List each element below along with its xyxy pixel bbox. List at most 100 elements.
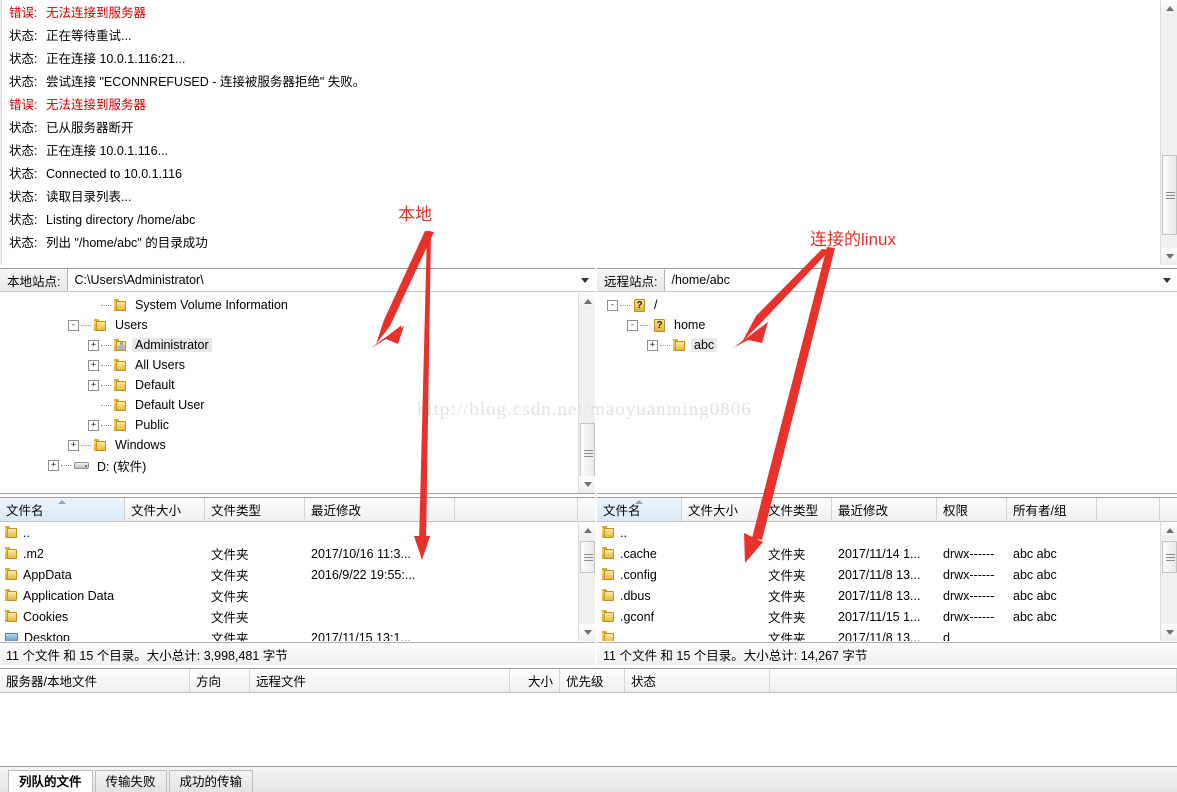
remote-directory-tree[interactable]: -? / -? home + abc [597, 293, 1177, 494]
local-file-list-body[interactable]: .. .m2 文件夹 2017/10/16 11:3... AppData 文件夹 2016… [0, 522, 578, 641]
queue-column-header[interactable]: 服务器/本地文件 [0, 669, 190, 692]
local-file-list-header[interactable]: 文件名 文件大小 文件类型 最近修改 [0, 497, 595, 522]
remote-file-row[interactable]: .dbus 文件夹 2017/11/8 13... drwx------ abc abc [597, 585, 1160, 606]
remote-file-column-header[interactable]: 文件大小 [682, 498, 762, 521]
local-file-row[interactable]: AppData 文件夹 2016/9/22 19:55:... [0, 564, 578, 585]
tree-expander-collapse-icon[interactable]: - [607, 299, 618, 311]
log-scroll-thumb[interactable] [1162, 155, 1177, 235]
tree-expander-collapse-icon[interactable]: - [627, 319, 638, 331]
log-scroll-up-button[interactable] [1161, 0, 1177, 17]
remote-file-list-header[interactable]: 文件名 文件大小 文件类型 最近修改 权限 所有者/组 [597, 497, 1177, 522]
local-list-scroll-down-button[interactable] [579, 624, 596, 641]
queue-column-header[interactable] [770, 669, 1177, 692]
local-file-row[interactable]: Desktop 文件夹 2017/11/15 13:1... [0, 627, 578, 641]
tree-expander-expand-icon[interactable]: + [88, 359, 99, 371]
tree-item-all-users[interactable]: + All Users [0, 355, 577, 375]
tree-expander-collapse-icon[interactable]: - [68, 319, 79, 331]
local-list-scroll-thumb[interactable] [580, 541, 595, 573]
log-entry: 状态: 尝试连接 "ECONNREFUSED - 连接被服务器拒绝" 失败。 [4, 71, 1149, 94]
remote-file-column-header[interactable]: 权限 [937, 498, 1007, 521]
remote-list-scroll-up-button[interactable] [1161, 522, 1177, 539]
queue-body[interactable] [0, 693, 1177, 765]
tree-item-system-volume-information[interactable]: System Volume Information [0, 295, 577, 315]
queue-column-label: 服务器/本地文件 [6, 675, 97, 689]
remote-file-row[interactable]: 文件夹 2017/11/8 13... d [597, 627, 1160, 641]
local-path-dropdown-button[interactable] [575, 269, 595, 291]
remote-file-cell: .config [597, 567, 682, 582]
tree-expander-expand-icon[interactable]: + [68, 439, 79, 451]
remote-path-dropdown-button[interactable] [1157, 269, 1177, 291]
queue-column-header[interactable]: 大小 [510, 669, 560, 692]
file-name-label: .cache [620, 546, 657, 561]
tree-item-label: System Volume Information [135, 298, 288, 312]
queue-column-header[interactable]: 方向 [190, 669, 250, 692]
local-file-row[interactable]: Cookies 文件夹 [0, 606, 578, 627]
local-tree-scroll-down-button[interactable] [579, 476, 595, 493]
folder-icon [113, 398, 129, 413]
log-entry: 状态: Connected to 10.0.1.116 [4, 163, 1149, 186]
tree-item-home[interactable]: -? home [603, 315, 1171, 335]
tree-item-label: Public [135, 418, 170, 432]
local-file-column-header[interactable]: 文件类型 [205, 498, 305, 521]
queue-tab-bar[interactable]: 列队的文件 传输失败 成功的传输 [0, 766, 1177, 792]
local-tree-scroll-up-button[interactable] [579, 293, 595, 310]
remote-file-row[interactable]: .gconf 文件夹 2017/11/15 1... drwx------ abc ab… [597, 606, 1160, 627]
log-entry-message: 列出 "/home/abc" 的目录成功 [46, 236, 208, 250]
local-tree-scrollbar[interactable] [578, 293, 595, 493]
remote-list-scrollbar[interactable] [1160, 522, 1177, 641]
remote-file-column-header[interactable] [1097, 498, 1160, 521]
tree-item-abc[interactable]: + abc [603, 335, 1171, 355]
local-path-input[interactable]: C:\Users\Administrator\ [68, 269, 575, 291]
local-file-column-header[interactable] [455, 498, 578, 521]
remote-list-scroll-down-button[interactable] [1161, 624, 1177, 641]
queue-column-header[interactable]: 优先级 [560, 669, 625, 692]
tree-expander-expand-icon[interactable]: + [48, 459, 59, 471]
tree-item-d[interactable]: + D: (软件) [0, 455, 577, 475]
local-file-row[interactable]: Application Data 文件夹 [0, 585, 578, 606]
remote-file-column-header[interactable]: 文件类型 [762, 498, 832, 521]
remote-list-scroll-thumb[interactable] [1162, 541, 1177, 573]
remote-file-column-header[interactable]: 文件名 [597, 498, 682, 521]
tree-item-users[interactable]: - Users [0, 315, 577, 335]
remote-path-input[interactable]: /home/abc [665, 269, 1157, 291]
log-entry-message: 无法连接到服务器 [46, 6, 147, 20]
local-file-cell: .m2 [0, 546, 125, 561]
tree-expander-expand-icon[interactable]: + [88, 379, 99, 391]
local-file-row[interactable]: .. [0, 522, 578, 543]
tree-item-administrator[interactable]: + Administrator [0, 335, 577, 355]
tree-item-default[interactable]: + Default [0, 375, 577, 395]
local-file-column-header[interactable]: 文件大小 [125, 498, 205, 521]
remote-file-list-body[interactable]: .. .cache 文件夹 2017/11/14 1... drwx------ abc … [597, 522, 1160, 641]
tree-expander-expand-icon[interactable]: + [647, 339, 658, 351]
remote-file-row[interactable]: .config 文件夹 2017/11/8 13... drwx------ abc a… [597, 564, 1160, 585]
local-list-scrollbar[interactable] [578, 522, 596, 641]
remote-file-row[interactable]: .. [597, 522, 1160, 543]
queue-column-header[interactable]: 状态 [625, 669, 770, 692]
local-file-row[interactable]: .m2 文件夹 2017/10/16 11:3... [0, 543, 578, 564]
local-file-column-header[interactable]: 最近修改 [305, 498, 455, 521]
queue-column-header[interactable]: 远程文件 [250, 669, 510, 692]
log-scrollbar[interactable] [1160, 0, 1177, 265]
queue-header[interactable]: 服务器/本地文件 方向 远程文件 大小 优先级 状态 [0, 668, 1177, 693]
tree-expander-expand-icon[interactable]: + [88, 339, 99, 351]
queue-tab-inactive[interactable]: 传输失败 [94, 770, 167, 792]
tree-item-[interactable]: -? / [603, 295, 1171, 315]
log-scroll-down-button[interactable] [1161, 248, 1177, 265]
remote-file-row[interactable]: .cache 文件夹 2017/11/14 1... drwx------ abc ab… [597, 543, 1160, 564]
queue-tab-active[interactable]: 列队的文件 [8, 770, 93, 792]
log-entry-type: 状态: [9, 144, 38, 158]
local-file-column-label: 文件类型 [211, 504, 262, 518]
remote-file-column-header[interactable]: 最近修改 [832, 498, 937, 521]
file-name-label: Desktop [24, 630, 70, 642]
log-entry-message: 尝试连接 "ECONNREFUSED - 连接被服务器拒绝" 失败。 [46, 75, 366, 89]
log-entry-list[interactable]: 错误: 无法连接到服务器 状态: 正在等待重试... 状态: 正在连接 10.0.1.11… [4, 2, 1149, 255]
local-directory-tree[interactable]: System Volume Information - Users + Administ… [0, 293, 595, 494]
queue-tab-inactive[interactable]: 成功的传输 [168, 770, 254, 792]
local-list-scroll-up-button[interactable] [579, 522, 596, 539]
remote-file-cell: .. [597, 525, 682, 540]
remote-file-column-header[interactable]: 所有者/组 [1007, 498, 1097, 521]
tree-expander-expand-icon[interactable]: + [88, 419, 99, 431]
local-tree-scroll-thumb[interactable] [580, 423, 595, 483]
local-file-column-header[interactable]: 文件名 [0, 498, 125, 521]
tree-item-windows[interactable]: + Windows [0, 435, 577, 455]
